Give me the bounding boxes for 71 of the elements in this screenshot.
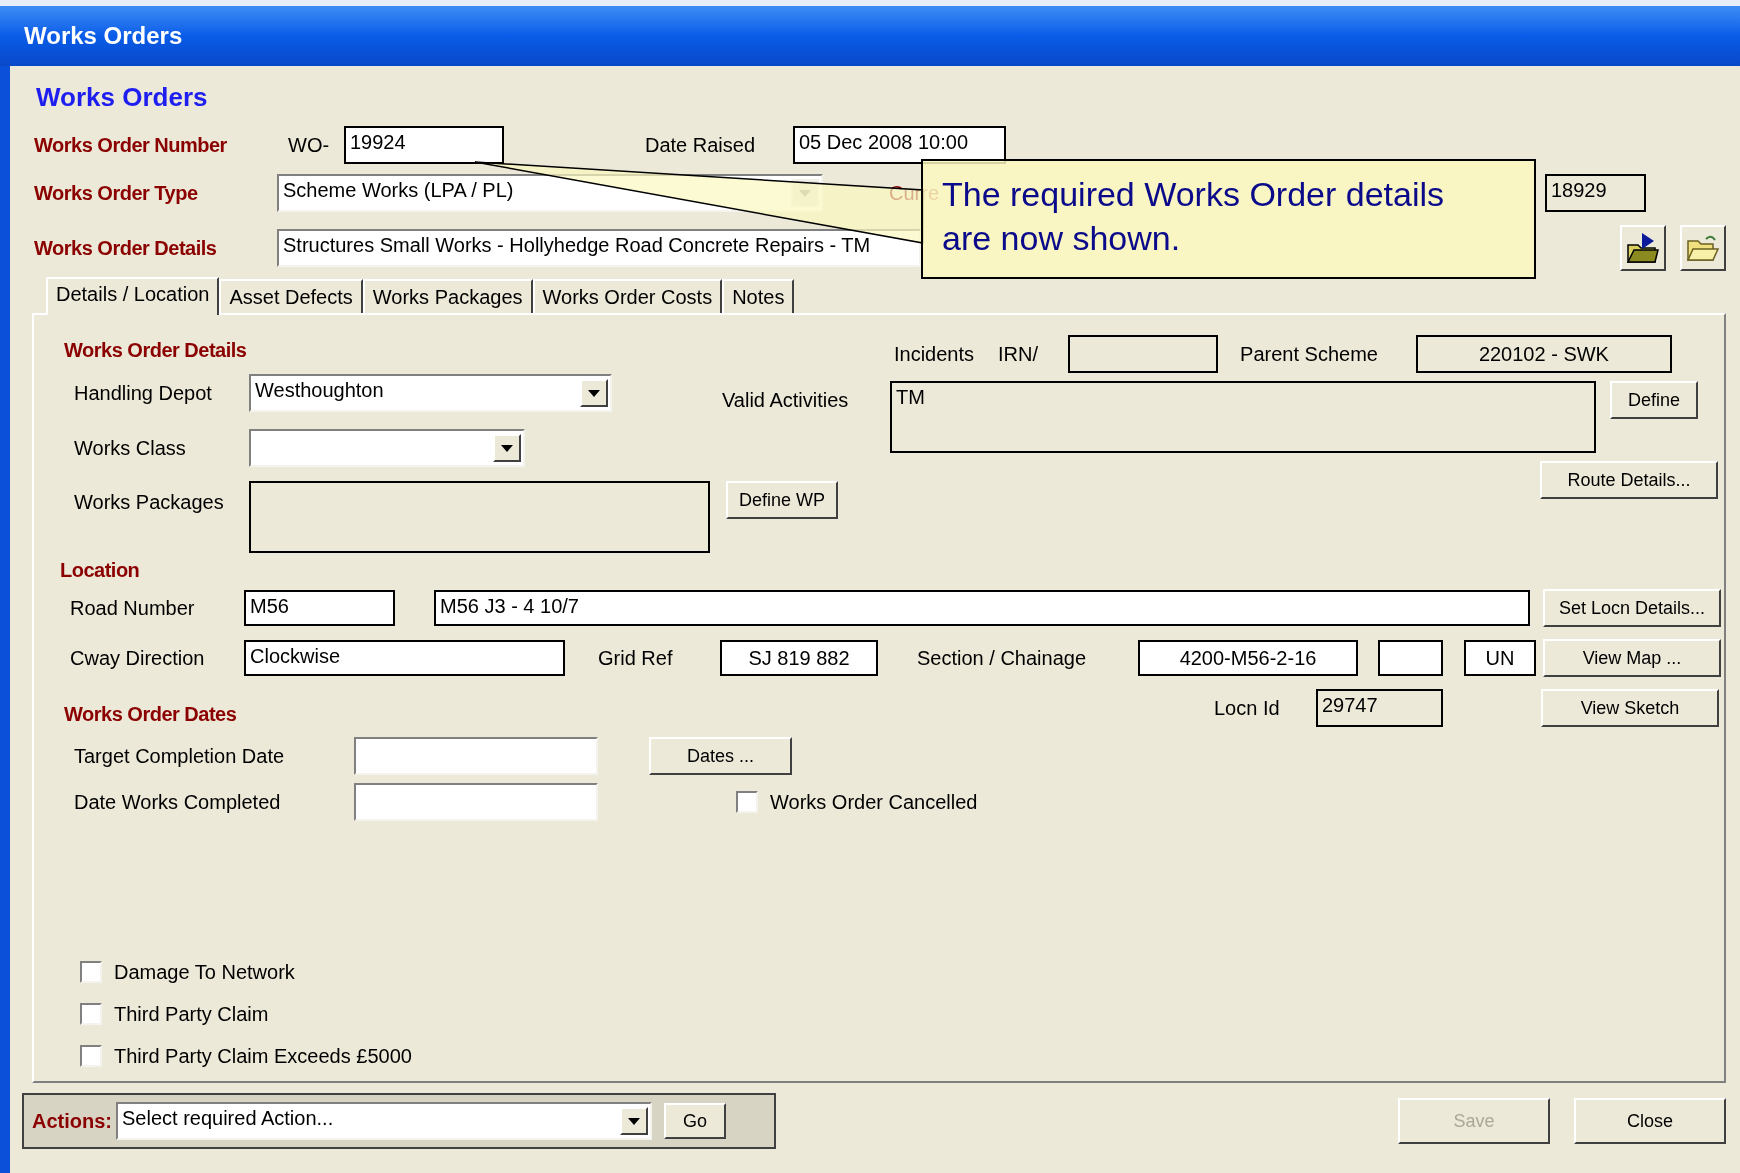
tab[interactable]: Asset Defects (219, 279, 363, 313)
packages-box[interactable] (249, 481, 710, 553)
section-heading: Location (60, 558, 140, 583)
field-label: Third Party Claim Exceeds £5000 (114, 1044, 412, 1069)
tooltip-text: The required Works Order details are now shown. (942, 174, 1445, 259)
locn-id-field[interactable]: 29747 (1316, 689, 1443, 727)
parent-scheme-field[interactable]: 220102 - SWK (1415, 335, 1672, 373)
field-label: WO- (288, 133, 331, 158)
actions-dropdown[interactable]: Select required Action... (116, 1102, 652, 1140)
field-label: Works Class (74, 436, 187, 461)
field-label: Date Works Completed (74, 790, 282, 815)
checkbox[interactable] (80, 1003, 102, 1025)
number-field[interactable]: 19924 (344, 126, 504, 164)
tab[interactable]: Details / Location (46, 277, 220, 315)
field-label: IRN/ (998, 342, 1039, 367)
section-field[interactable]: 4200-M56-2-16 (1138, 640, 1358, 676)
field-label: Locn Id (1214, 696, 1281, 721)
activities-box[interactable]: TM (890, 381, 1596, 453)
define-button[interactable]: Define (1610, 381, 1698, 419)
field-label: Valid Activities (722, 388, 849, 413)
define-wp-button[interactable]: Define WP (726, 481, 838, 519)
completed-date-field[interactable] (354, 783, 598, 821)
checkbox[interactable] (80, 1045, 102, 1067)
date-field[interactable]: 05 Dec 2008 10:00 (793, 126, 1006, 164)
checkbox[interactable] (80, 961, 102, 983)
checkbox[interactable] (736, 791, 758, 813)
dates-button[interactable]: Dates ... (649, 737, 792, 775)
grid-ref-field[interactable]: SJ 819 882 (720, 640, 878, 676)
direction-field[interactable]: Clockwise (244, 640, 565, 676)
tab[interactable]: Notes (722, 279, 795, 313)
field-label: Handling Depot (74, 381, 213, 406)
target-date-field[interactable] (354, 737, 598, 775)
road-description-field[interactable]: M56 J3 - 4 10/7 (434, 590, 1530, 626)
section-heading: Works Order Dates (64, 702, 238, 727)
form-heading: Works Orders (36, 81, 208, 114)
tab[interactable]: Works Packages (362, 279, 533, 313)
actions-label: Actions: (32, 1109, 112, 1134)
field-label: Grid Ref (598, 646, 674, 671)
field-label: Section / Chainage (917, 646, 1087, 671)
field-label: Works Packages (74, 490, 225, 515)
play-document-icon[interactable] (1620, 225, 1666, 271)
road-number-field[interactable]: M56 (244, 590, 395, 626)
route-details-button[interactable]: Route Details... (1540, 461, 1718, 499)
section-heading: Works Order Number (34, 133, 228, 158)
open-folder-icon[interactable] (1680, 225, 1726, 271)
set-locn-button[interactable]: Set Locn Details... (1543, 589, 1721, 627)
field-label: Cway Direction (70, 646, 206, 671)
class-dropdown[interactable] (249, 429, 525, 467)
field-label: Works Order Cancelled (770, 790, 978, 815)
number-field[interactable]: 18929 (1545, 174, 1646, 212)
field-label: Road Number (70, 596, 196, 621)
code-field[interactable]: UN (1464, 640, 1536, 676)
irn-field[interactable] (1068, 335, 1219, 373)
section-heading: Works Order Type (34, 181, 199, 206)
field-label: Third Party Claim (114, 1002, 269, 1027)
dialog-button[interactable]: Close (1574, 1098, 1726, 1144)
section-heading: Works Order Details (34, 236, 218, 261)
field-label: Date Raised (645, 133, 757, 158)
details-field[interactable]: Structures Small Works - Hollyhedge Road Concrete Repairs - TM (277, 229, 921, 267)
field-label: Incidents (894, 342, 975, 367)
depot-dropdown[interactable]: Westhoughton (249, 374, 612, 412)
tab[interactable]: Works Order Costs (532, 279, 723, 313)
field-label: Target Completion Date (74, 744, 286, 769)
view-map-button[interactable]: View Map ... (1543, 639, 1721, 677)
view-sketch-button[interactable]: View Sketch (1541, 689, 1719, 727)
field-label: Parent Scheme (1240, 342, 1378, 367)
go-button[interactable]: Go (664, 1103, 726, 1139)
section-heading: Works Order Details (64, 338, 247, 363)
field-label: Damage To Network (114, 960, 295, 985)
window-title: Works Orders (24, 21, 183, 51)
chainage-field[interactable] (1378, 640, 1443, 676)
